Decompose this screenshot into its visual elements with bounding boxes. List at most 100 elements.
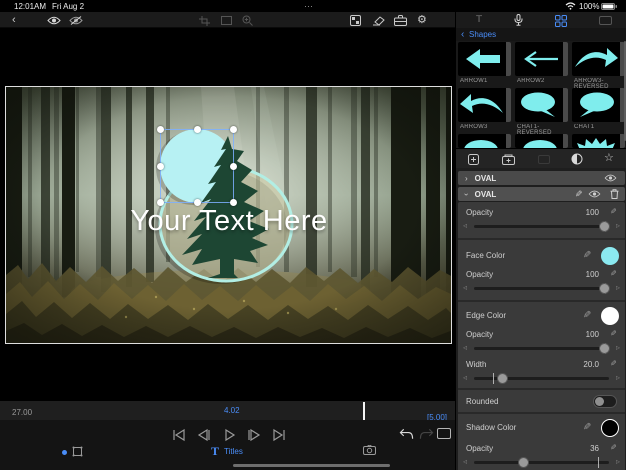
width-slider[interactable] bbox=[474, 377, 609, 380]
timeline-scrollbar[interactable] bbox=[233, 464, 390, 467]
multitask-dots-icon[interactable]: ⋯ bbox=[304, 1, 313, 12]
titles-track-icon[interactable]: T bbox=[211, 444, 219, 459]
timeline-ruler[interactable]: 27.00 4.02 [5.00] bbox=[0, 400, 455, 420]
next-frame-button[interactable] bbox=[243, 427, 265, 443]
face-color-swatch[interactable] bbox=[601, 247, 619, 265]
shape-label: ARROW3 bbox=[460, 124, 513, 130]
shape-tile-chat1-reversed[interactable] bbox=[515, 88, 568, 122]
shape-tile-arrow2[interactable] bbox=[515, 42, 568, 76]
edit-pencil-icon[interactable]: ✎ bbox=[583, 310, 591, 321]
edit-pencil-icon[interactable]: ✎ bbox=[610, 207, 617, 216]
checker-preset-icon[interactable] bbox=[350, 15, 361, 26]
slider-decrement[interactable]: ◃ bbox=[463, 373, 467, 382]
layer-row-oval-expanded[interactable]: › OVAL ✎ bbox=[458, 187, 625, 201]
slider-decrement[interactable]: ◃ bbox=[463, 457, 467, 466]
undo-button[interactable] bbox=[399, 428, 414, 440]
shapes-grid-tab-icon[interactable] bbox=[555, 15, 567, 27]
monitor-tab-icon[interactable] bbox=[599, 16, 612, 25]
opacity-slider[interactable] bbox=[474, 287, 609, 290]
edit-pencil-icon[interactable]: ✎ bbox=[610, 329, 617, 338]
tile-handle bbox=[506, 88, 511, 122]
rounded-toggle[interactable] bbox=[593, 395, 617, 408]
layer-visibility-eye-icon[interactable] bbox=[588, 190, 601, 198]
slider-increment[interactable]: ▹ bbox=[616, 283, 620, 292]
layer-visibility-eye-icon[interactable] bbox=[604, 174, 617, 182]
current-time: 4.02 bbox=[224, 406, 240, 415]
gear-icon[interactable]: ⚙ bbox=[417, 13, 427, 26]
chevron-right-icon[interactable]: › bbox=[465, 174, 468, 183]
edit-pencil-icon[interactable]: ✎ bbox=[610, 443, 617, 452]
delete-trash-icon[interactable] bbox=[610, 189, 619, 199]
hide-overlay-eye-off-icon[interactable] bbox=[69, 16, 83, 25]
edit-pencil-icon[interactable]: ✎ bbox=[583, 250, 591, 261]
title-overlay-text[interactable]: Your Text Here bbox=[104, 205, 354, 238]
edit-pencil-icon[interactable]: ✎ bbox=[610, 269, 617, 278]
titles-track-label[interactable]: Titles bbox=[224, 447, 243, 456]
opacity-slider[interactable] bbox=[474, 347, 609, 350]
opacity-slider[interactable] bbox=[474, 225, 609, 228]
shape-tile-chat2-reversed[interactable] bbox=[458, 134, 511, 148]
edge-color-swatch[interactable] bbox=[601, 307, 619, 325]
slider-decrement[interactable]: ◃ bbox=[463, 283, 467, 292]
timeline-scale: 27.00 bbox=[12, 408, 32, 417]
edit-pencil-icon[interactable]: ✎ bbox=[583, 422, 591, 433]
edge-color-row: Edge Color ✎ bbox=[458, 306, 625, 326]
back-chevron-icon[interactable]: ‹ bbox=[12, 14, 16, 26]
camera-icon[interactable] bbox=[363, 445, 376, 455]
add-folder-icon[interactable] bbox=[502, 154, 515, 165]
selection-handle[interactable] bbox=[194, 199, 201, 206]
edit-pencil-icon[interactable]: ✎ bbox=[610, 359, 617, 368]
toolbox-icon[interactable] bbox=[394, 15, 407, 26]
slider-decrement[interactable]: ◃ bbox=[463, 221, 467, 230]
clip-icon bbox=[538, 155, 550, 164]
shape-tile-chat2[interactable] bbox=[515, 134, 568, 148]
shape-tile-chat1[interactable] bbox=[572, 88, 625, 122]
shape-label: ARROW2 bbox=[517, 78, 570, 84]
selection-handle[interactable] bbox=[194, 126, 201, 133]
slider-increment[interactable]: ▹ bbox=[616, 373, 620, 382]
selection-handle[interactable] bbox=[157, 126, 164, 133]
shape-tile-arrow3[interactable] bbox=[458, 88, 511, 122]
microphone-tab-icon[interactable] bbox=[514, 14, 523, 26]
selection-handle[interactable] bbox=[230, 126, 237, 133]
selection-bounding-box[interactable] bbox=[160, 129, 234, 203]
show-overlay-eye-icon[interactable] bbox=[47, 16, 61, 25]
shadow-color-swatch[interactable] bbox=[601, 419, 619, 437]
slider-increment[interactable]: ▹ bbox=[616, 221, 620, 230]
jump-to-start-button[interactable] bbox=[168, 427, 190, 443]
contrast-icon[interactable] bbox=[571, 153, 583, 165]
play-button[interactable] bbox=[218, 427, 240, 443]
edit-pencil-icon[interactable]: ✎ bbox=[575, 189, 583, 200]
slider-increment[interactable]: ▹ bbox=[616, 457, 620, 466]
slider-increment[interactable]: ▹ bbox=[616, 343, 620, 352]
add-shape-icon[interactable] bbox=[468, 154, 479, 165]
previous-frame-button[interactable] bbox=[193, 427, 215, 443]
library-back-icon[interactable]: ‹ bbox=[461, 29, 464, 40]
shape-tile-arrow1[interactable] bbox=[458, 42, 511, 76]
favorites-star-icon[interactable]: ☆ bbox=[604, 151, 614, 164]
playhead[interactable] bbox=[363, 402, 365, 420]
selection-handle[interactable] bbox=[230, 199, 237, 206]
opacity-value: 100 bbox=[586, 270, 599, 279]
jump-to-end-button[interactable] bbox=[268, 427, 290, 443]
chevron-down-icon[interactable]: › bbox=[462, 193, 471, 196]
layer-name: OVAL bbox=[475, 174, 497, 183]
layer-row-oval-collapsed[interactable]: › OVAL bbox=[458, 171, 625, 185]
preview-canvas[interactable]: Your Text Here bbox=[5, 86, 452, 344]
selection-handle[interactable] bbox=[157, 163, 164, 170]
selection-handle[interactable] bbox=[157, 199, 164, 206]
edge-color-label: Edge Color bbox=[466, 311, 506, 320]
width-slider-row: ◃ ▹ bbox=[458, 372, 625, 385]
selection-handle[interactable] bbox=[230, 163, 237, 170]
text-tool-tab[interactable]: T bbox=[476, 14, 482, 25]
keyframe-icon[interactable] bbox=[72, 446, 83, 457]
library-title[interactable]: Shapes bbox=[469, 30, 496, 39]
shadow-opacity-slider[interactable] bbox=[474, 461, 609, 464]
eraser-icon[interactable] bbox=[372, 16, 385, 26]
shapes-grid: ARROW1 ARROW2 ARROW3-REVERSED ARROW3 CHA… bbox=[456, 41, 626, 148]
slider-decrement[interactable]: ◃ bbox=[463, 343, 467, 352]
width-row: Width 20.0 ✎ bbox=[458, 360, 625, 371]
shape-tile-burst[interactable] bbox=[572, 134, 625, 148]
shape-tile-arrow3-reversed[interactable] bbox=[572, 42, 625, 76]
external-display-icon[interactable] bbox=[437, 428, 451, 439]
